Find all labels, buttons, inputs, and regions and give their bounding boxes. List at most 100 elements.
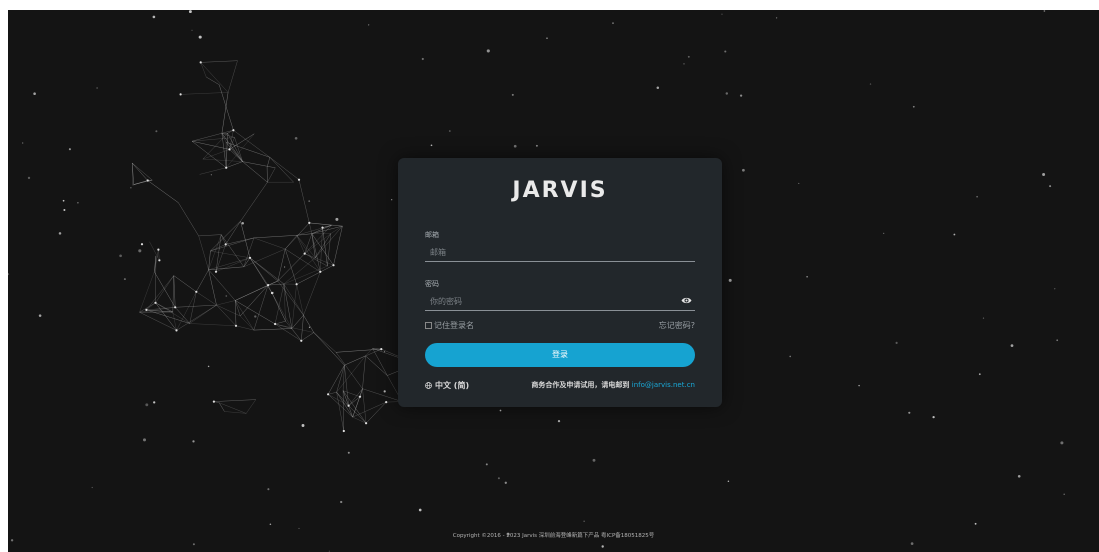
login-button[interactable]: 登录 xyxy=(425,343,695,367)
network-node xyxy=(157,248,160,251)
network-line xyxy=(304,253,328,267)
network-node xyxy=(225,166,228,169)
network-line xyxy=(243,237,255,267)
star-dot xyxy=(724,50,727,53)
network-line xyxy=(240,182,268,222)
star-dot xyxy=(1042,173,1046,176)
star-dot xyxy=(62,199,65,202)
network-line xyxy=(216,304,241,317)
star-dot xyxy=(96,87,98,89)
star-dot xyxy=(418,508,422,512)
network-line xyxy=(227,60,238,93)
star-dot xyxy=(191,29,193,31)
network-line xyxy=(173,275,197,292)
star-dot xyxy=(858,384,860,387)
star-dot xyxy=(210,174,212,176)
network-line xyxy=(309,222,313,234)
star-dot xyxy=(143,438,146,442)
network-line xyxy=(291,328,302,341)
network-line xyxy=(139,311,177,331)
network-node xyxy=(319,270,322,273)
network-line xyxy=(139,302,156,313)
network-node xyxy=(146,179,149,182)
network-line xyxy=(218,402,225,412)
star-dot xyxy=(910,542,914,545)
network-line xyxy=(313,332,337,353)
copyright-text: Copyright ©2016 - 2023 Jarvis 深圳前海登峰新篇下产… xyxy=(452,533,655,539)
network-line xyxy=(333,226,343,266)
network-line xyxy=(235,300,254,331)
network-line xyxy=(327,365,345,395)
network-line xyxy=(309,222,332,226)
network-line xyxy=(235,325,254,331)
eye-icon[interactable] xyxy=(681,296,692,305)
network-node xyxy=(358,395,362,398)
language-selector[interactable]: 中文 (简) xyxy=(425,380,469,391)
language-label: 中文 (简) xyxy=(435,381,470,390)
star-dot xyxy=(198,35,202,39)
network-node xyxy=(303,252,306,255)
star-dot xyxy=(883,232,885,234)
network-line xyxy=(344,355,366,366)
network-line xyxy=(249,257,285,285)
network-line xyxy=(342,390,345,432)
star-dot xyxy=(1060,441,1064,445)
network-line xyxy=(154,249,159,272)
network-node xyxy=(300,339,303,342)
contact-info: 商务合作及申请试用，请电邮到 info@jarvis.net.cn xyxy=(531,380,695,390)
network-line xyxy=(296,235,305,254)
network-line xyxy=(365,401,387,424)
checkbox-box[interactable] xyxy=(425,322,432,329)
star-dot xyxy=(119,254,122,258)
star-dot xyxy=(932,415,935,419)
network-node xyxy=(321,226,324,229)
network-line xyxy=(328,391,337,395)
remember-login-checkbox[interactable]: 记住登录名 xyxy=(425,320,474,331)
network-line xyxy=(191,141,227,168)
star-dot xyxy=(301,424,305,427)
network-line xyxy=(253,285,269,331)
contact-email-link[interactable]: info@jarvis.net.cn xyxy=(632,381,695,389)
forgot-password-link[interactable]: 忘记密码? xyxy=(659,320,695,331)
star-dot xyxy=(683,63,685,65)
network-line xyxy=(362,388,367,424)
network-line xyxy=(343,390,361,397)
star-dot xyxy=(207,365,210,368)
network-line xyxy=(196,291,217,306)
star-dot xyxy=(976,195,978,198)
star-dot xyxy=(33,92,36,95)
network-line xyxy=(172,275,175,313)
globe-icon xyxy=(425,382,432,389)
network-line xyxy=(219,402,247,414)
star-dot xyxy=(728,278,732,282)
star-dot xyxy=(869,83,872,85)
network-line xyxy=(267,167,276,183)
network-line xyxy=(269,157,294,183)
network-line xyxy=(253,237,286,250)
network-node xyxy=(212,400,215,403)
network-line xyxy=(303,315,314,333)
network-line xyxy=(322,227,328,267)
network-node xyxy=(270,291,274,295)
network-line xyxy=(199,167,227,175)
star-dot xyxy=(77,202,79,204)
star-dot xyxy=(485,463,488,466)
network-line xyxy=(221,234,244,267)
password-field[interactable] xyxy=(425,292,670,310)
star-dot xyxy=(806,275,808,278)
network-line xyxy=(147,180,179,203)
star-dot xyxy=(775,17,778,19)
network-line xyxy=(330,225,343,234)
star-dot xyxy=(612,22,614,24)
star-dot xyxy=(340,500,343,504)
network-line xyxy=(253,235,297,239)
network-line xyxy=(216,300,236,306)
star-dot xyxy=(63,208,66,212)
star-dot xyxy=(1017,474,1021,478)
star-dot xyxy=(499,409,502,412)
network-line xyxy=(180,92,229,95)
network-line xyxy=(285,235,297,250)
network-line xyxy=(291,284,297,329)
email-field[interactable] xyxy=(425,243,670,261)
network-node xyxy=(154,301,157,304)
